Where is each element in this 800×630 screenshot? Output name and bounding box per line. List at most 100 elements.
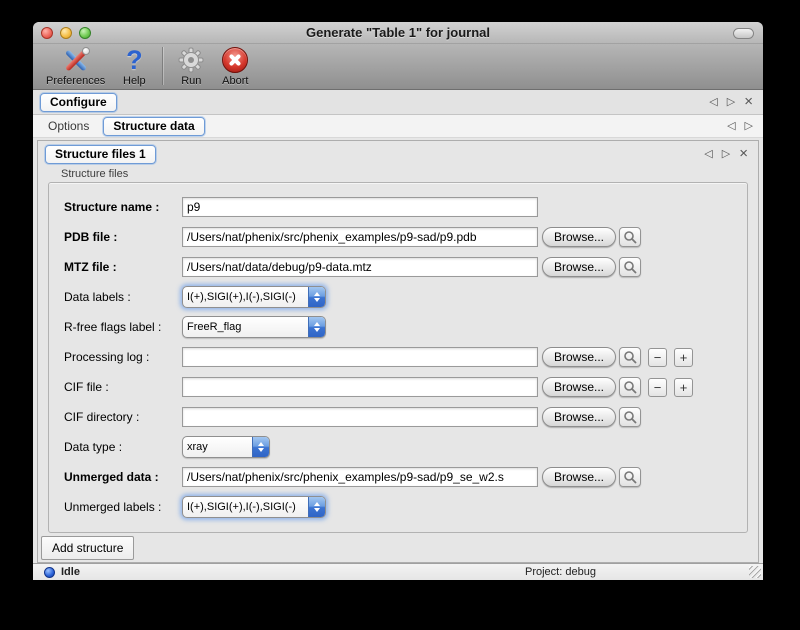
forward-arrow-icon[interactable]: ▷ — [727, 97, 735, 108]
question-mark-icon: ? — [119, 46, 149, 74]
dropdown-stepper-icon — [308, 316, 325, 338]
unmerged-labels-dropdown[interactable]: I(+),SIGI(+),I(-),SIGI(-) — [182, 496, 326, 518]
tab-configure[interactable]: Configure — [40, 93, 117, 112]
abort-icon — [220, 46, 250, 74]
add-field-button[interactable]: + — [674, 348, 693, 367]
help-label: Help — [123, 75, 146, 87]
pdb-file-row: PDB file : Browse... — [64, 226, 747, 248]
minimize-window-button[interactable] — [60, 27, 72, 39]
add-structure-button[interactable]: Add structure — [41, 536, 134, 560]
preferences-label: Preferences — [46, 75, 105, 87]
browse-button[interactable]: Browse... — [542, 377, 616, 397]
structure-files-groupbox: Structure name : PDB file : Browse... — [48, 182, 748, 533]
view-file-button[interactable] — [619, 407, 641, 427]
processing-log-row: Processing log : Browse... − + — [64, 346, 747, 368]
remove-field-button[interactable]: − — [648, 348, 667, 367]
field-label: PDB file : — [64, 230, 182, 244]
structure-name-input[interactable] — [182, 197, 538, 217]
data-labels-dropdown[interactable]: I(+),SIGI(+),I(-),SIGI(-) — [182, 286, 326, 308]
structure-name-row: Structure name : — [64, 196, 747, 218]
tab-structure-files-1[interactable]: Structure files 1 — [45, 145, 156, 164]
status-bar: Idle Project: debug — [33, 563, 763, 580]
dropdown-stepper-icon — [308, 496, 325, 518]
app-window: Generate "Table 1" for journal Preferenc… — [33, 22, 763, 580]
browse-button[interactable]: Browse... — [542, 407, 616, 427]
desktop-background: Generate "Table 1" for journal Preferenc… — [0, 0, 800, 630]
browse-button[interactable]: Browse... — [542, 467, 616, 487]
back-arrow-icon[interactable]: ◁ — [709, 97, 717, 108]
window-titlebar[interactable]: Generate "Table 1" for journal — [33, 22, 763, 44]
cif-directory-row: CIF directory : Browse... — [64, 406, 747, 428]
project-label: Project: debug — [525, 566, 596, 578]
cif-file-row: CIF file : Browse... − + — [64, 376, 747, 398]
structure-files-tab-bar: Structure files 1 ◁ ▷ × — [38, 141, 758, 167]
tab-options[interactable]: Options — [48, 119, 89, 133]
structure-data-panel: Structure files 1 ◁ ▷ × Structure files … — [37, 140, 759, 563]
browse-button[interactable]: Browse... — [542, 257, 616, 277]
status-indicator-icon — [44, 567, 55, 578]
back-arrow-icon[interactable]: ◁ — [727, 121, 735, 132]
abort-button[interactable]: Abort — [213, 46, 257, 87]
main-tab-bar: Configure ◁ ▷ × — [33, 90, 763, 115]
preferences-button[interactable]: Preferences — [39, 46, 112, 87]
browse-button[interactable]: Browse... — [542, 227, 616, 247]
traffic-lights — [41, 27, 91, 39]
rfree-flags-dropdown[interactable]: FreeR_flag — [182, 316, 326, 338]
gear-icon — [176, 46, 206, 74]
run-label: Run — [181, 75, 201, 87]
unmerged-data-input[interactable] — [182, 467, 538, 487]
toolbar: Preferences ? Help — [33, 44, 763, 90]
tab-structure-data[interactable]: Structure data — [103, 117, 204, 136]
close-tab-icon[interactable]: × — [744, 94, 753, 109]
data-labels-row: Data labels : I(+),SIGI(+),I(-),SIGI(-) — [64, 286, 747, 308]
field-label: Data type : — [64, 440, 182, 454]
data-type-dropdown[interactable]: xray — [182, 436, 270, 458]
help-button[interactable]: ? Help — [112, 46, 156, 87]
magnifier-icon — [623, 380, 637, 394]
resize-grip[interactable] — [749, 566, 761, 578]
close-window-button[interactable] — [41, 27, 53, 39]
magnifier-icon — [623, 350, 637, 364]
data-type-row: Data type : xray — [64, 436, 747, 458]
unmerged-data-row: Unmerged data : Browse... — [64, 466, 747, 488]
magnifier-icon — [623, 230, 637, 244]
groupbox-label: Structure files — [61, 168, 758, 180]
field-label: Structure name : — [64, 200, 182, 214]
forward-arrow-icon[interactable]: ▷ — [745, 121, 753, 132]
sub-tab-bar: Options Structure data ◁ ▷ — [33, 115, 763, 138]
cif-file-input[interactable] — [182, 377, 538, 397]
magnifier-icon — [623, 260, 637, 274]
browse-button[interactable]: Browse... — [542, 347, 616, 367]
mtz-file-row: MTZ file : Browse... — [64, 256, 747, 278]
add-field-button[interactable]: + — [674, 378, 693, 397]
close-tab-icon[interactable]: × — [739, 146, 748, 161]
field-label: Data labels : — [64, 290, 182, 304]
view-file-button[interactable] — [619, 227, 641, 247]
view-file-button[interactable] — [619, 377, 641, 397]
mtz-file-input[interactable] — [182, 257, 538, 277]
toolbar-toggle-button[interactable] — [733, 28, 754, 39]
forward-arrow-icon[interactable]: ▷ — [722, 149, 730, 160]
run-button[interactable]: Run — [169, 46, 213, 87]
cif-directory-input[interactable] — [182, 407, 538, 427]
field-label: Unmerged labels : — [64, 500, 182, 514]
zoom-window-button[interactable] — [79, 27, 91, 39]
rfree-flags-row: R-free flags label : FreeR_flag — [64, 316, 747, 338]
field-label: CIF directory : — [64, 410, 182, 424]
field-label: MTZ file : — [64, 260, 182, 274]
tools-icon — [61, 46, 91, 74]
view-file-button[interactable] — [619, 347, 641, 367]
back-arrow-icon[interactable]: ◁ — [704, 149, 712, 160]
view-file-button[interactable] — [619, 467, 641, 487]
magnifier-icon — [623, 470, 637, 484]
remove-field-button[interactable]: − — [648, 378, 667, 397]
toolbar-separator — [162, 47, 163, 85]
field-label: R-free flags label : — [64, 320, 182, 334]
pdb-file-input[interactable] — [182, 227, 538, 247]
field-label: Processing log : — [64, 350, 182, 364]
view-file-button[interactable] — [619, 257, 641, 277]
status-text: Idle — [61, 566, 80, 578]
dropdown-stepper-icon — [308, 286, 325, 308]
processing-log-input[interactable] — [182, 347, 538, 367]
magnifier-icon — [623, 410, 637, 424]
